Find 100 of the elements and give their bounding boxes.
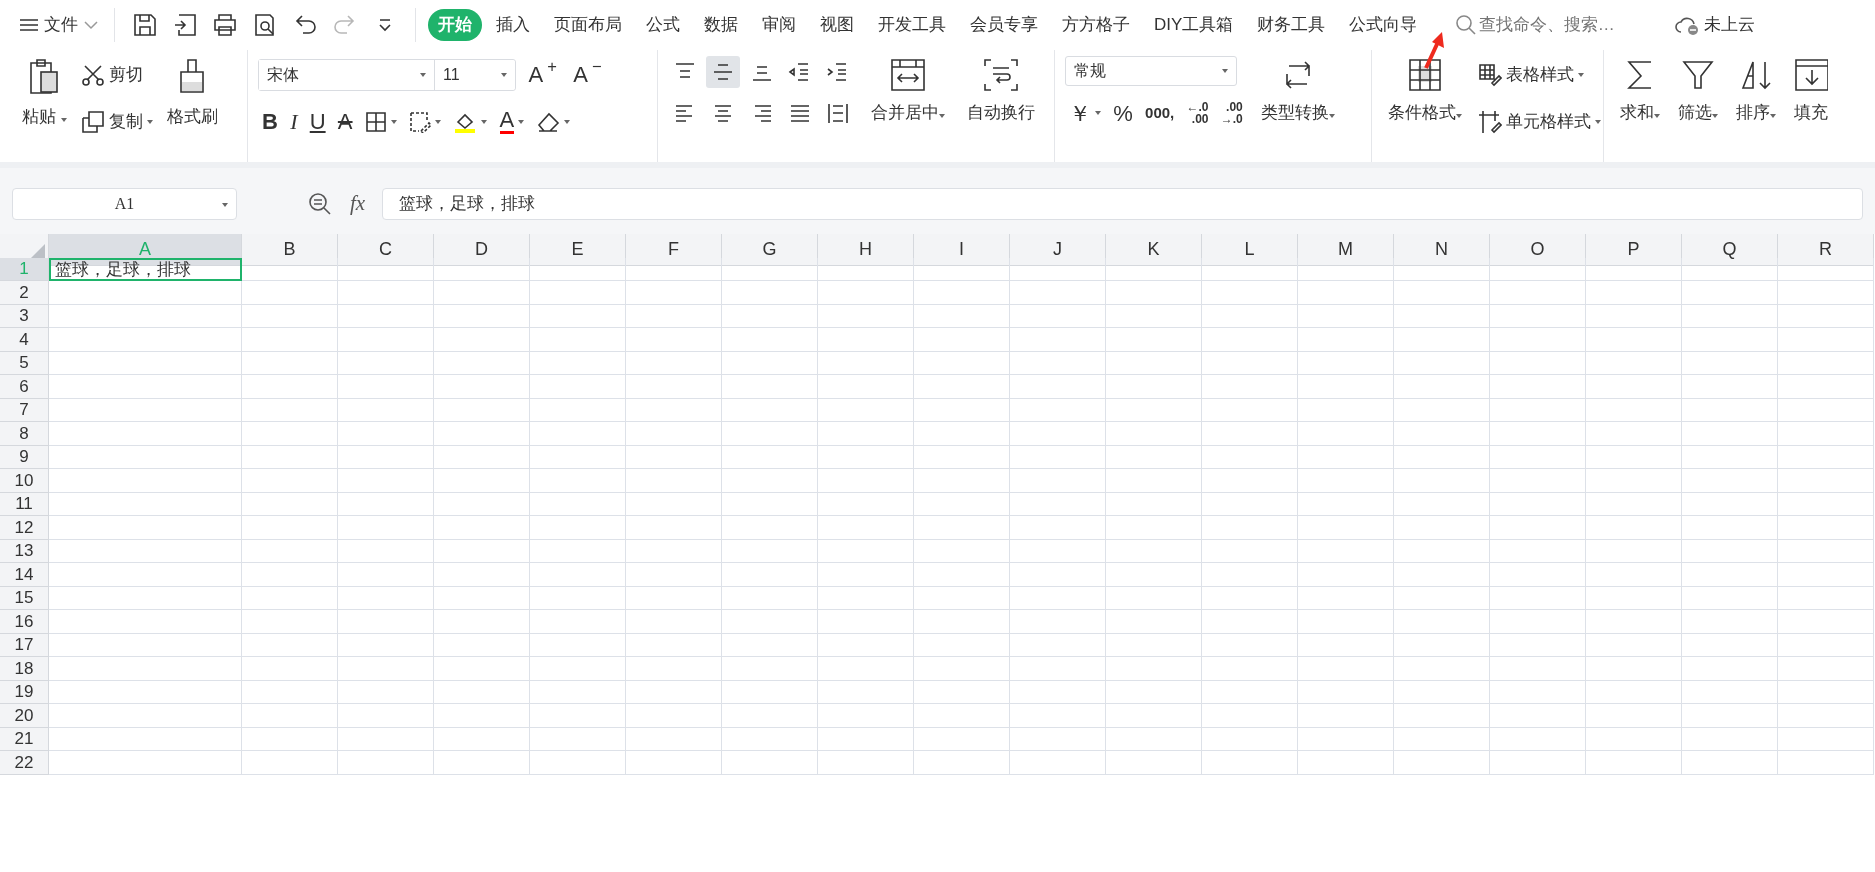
ribbon-tab[interactable]: 插入 (486, 9, 540, 41)
grid-cell[interactable] (434, 610, 530, 634)
grid-cell[interactable] (722, 657, 818, 681)
grid-cell[interactable] (242, 398, 338, 422)
grid-cell[interactable] (49, 610, 242, 634)
grid-cell[interactable] (530, 328, 626, 352)
grid-cell[interactable] (722, 422, 818, 446)
grid-cell[interactable] (1010, 492, 1106, 516)
grid-cell[interactable] (626, 422, 722, 446)
grid-cell[interactable] (818, 610, 914, 634)
grid-cell[interactable] (1586, 727, 1682, 751)
row-header[interactable]: 11 (0, 492, 49, 516)
grid-cell[interactable] (1298, 680, 1394, 704)
grid-cell[interactable] (1202, 351, 1298, 375)
grid-cell[interactable] (1394, 351, 1490, 375)
grid-cell[interactable] (49, 492, 242, 516)
grid-cell[interactable] (242, 586, 338, 610)
grid-cell[interactable] (1682, 563, 1778, 587)
grid-cell[interactable] (914, 257, 1010, 281)
grid-cell[interactable] (722, 516, 818, 540)
grid-cell[interactable] (1202, 586, 1298, 610)
grid-cell[interactable] (626, 375, 722, 399)
grid-cell[interactable] (1202, 257, 1298, 281)
grid-cell[interactable] (49, 351, 242, 375)
grid-cell[interactable] (1298, 469, 1394, 493)
cut-button[interactable]: 剪切 (76, 60, 157, 90)
grid-cell[interactable] (914, 422, 1010, 446)
wrap-text-button[interactable]: 自动换行 (961, 56, 1041, 128)
grid-cell[interactable] (338, 375, 434, 399)
grid-cell[interactable] (818, 704, 914, 728)
grid-cell[interactable] (1202, 375, 1298, 399)
grid-cell[interactable] (49, 422, 242, 446)
column-header[interactable]: R (1778, 234, 1874, 266)
grid-cell[interactable] (1586, 704, 1682, 728)
grid-cell[interactable] (530, 657, 626, 681)
grid-cell[interactable] (434, 398, 530, 422)
underline-button[interactable]: U (305, 103, 330, 140)
grid-cell[interactable] (1394, 727, 1490, 751)
increase-decimal-button[interactable]: ←.0 .00 (1182, 99, 1213, 127)
grid-cell[interactable] (914, 351, 1010, 375)
grid-cell[interactable] (1010, 563, 1106, 587)
grid-cell[interactable] (626, 516, 722, 540)
grid-cell[interactable] (1778, 657, 1874, 681)
row-header[interactable]: 2 (0, 281, 49, 305)
grid-cell[interactable] (1202, 398, 1298, 422)
grid-cell[interactable] (1586, 257, 1682, 281)
grid-cell[interactable] (530, 281, 626, 305)
grid-cell[interactable] (434, 469, 530, 493)
grid-cell[interactable] (1298, 351, 1394, 375)
grid-cell[interactable] (434, 704, 530, 728)
grid-cell[interactable] (1298, 398, 1394, 422)
grid-cell[interactable] (242, 727, 338, 751)
grid-cell[interactable] (626, 281, 722, 305)
grid-cell[interactable] (1106, 633, 1202, 657)
grid-cell[interactable] (1298, 633, 1394, 657)
grid-cell[interactable] (1106, 492, 1202, 516)
grid-cell[interactable] (1298, 563, 1394, 587)
grid-cell[interactable] (722, 328, 818, 352)
grid-cell[interactable] (49, 398, 242, 422)
grid-cell[interactable] (338, 727, 434, 751)
grid-cell[interactable] (1490, 375, 1586, 399)
grid-cell[interactable] (49, 563, 242, 587)
grid-cell[interactable] (530, 727, 626, 751)
ribbon-tab[interactable]: 视图 (810, 9, 864, 41)
grid-cell[interactable] (1010, 445, 1106, 469)
grid-cell[interactable] (914, 516, 1010, 540)
grid-cell[interactable] (1490, 516, 1586, 540)
grid-cell[interactable] (1202, 610, 1298, 634)
grid-cell[interactable] (1202, 422, 1298, 446)
grid-cell[interactable] (1682, 375, 1778, 399)
grid-cell[interactable] (338, 610, 434, 634)
grid-cell[interactable] (1682, 610, 1778, 634)
grid-cell[interactable] (1106, 704, 1202, 728)
grid-cell[interactable] (1394, 563, 1490, 587)
grid-cell[interactable] (626, 351, 722, 375)
grid-cell[interactable] (1394, 375, 1490, 399)
grid-cell[interactable] (530, 422, 626, 446)
grid-cell[interactable] (914, 751, 1010, 775)
grid-cell[interactable] (242, 633, 338, 657)
ribbon-tab[interactable]: 公式向导 (1339, 9, 1428, 41)
grid-cell[interactable] (49, 657, 242, 681)
grid-cell[interactable] (1586, 422, 1682, 446)
grid-cell[interactable] (626, 328, 722, 352)
grid-cell[interactable] (1682, 281, 1778, 305)
bold-button[interactable]: B (258, 103, 282, 140)
grid-cell[interactable] (1586, 751, 1682, 775)
grid-cell[interactable] (242, 257, 338, 281)
column-header[interactable]: C (338, 234, 434, 266)
grid-cell[interactable] (1490, 539, 1586, 563)
grid-cell[interactable] (1010, 633, 1106, 657)
grid-cell[interactable] (626, 610, 722, 634)
grid-cell[interactable] (722, 539, 818, 563)
grid-cell[interactable] (1010, 257, 1106, 281)
grid-cell[interactable]: 篮球，足球，排球 (49, 257, 242, 281)
grid-cell[interactable] (1394, 539, 1490, 563)
grid-cell[interactable] (1394, 304, 1490, 328)
grid-cell[interactable] (1490, 398, 1586, 422)
grid-cell[interactable] (1106, 539, 1202, 563)
grid-cell[interactable] (914, 563, 1010, 587)
grid-cell[interactable] (1778, 563, 1874, 587)
